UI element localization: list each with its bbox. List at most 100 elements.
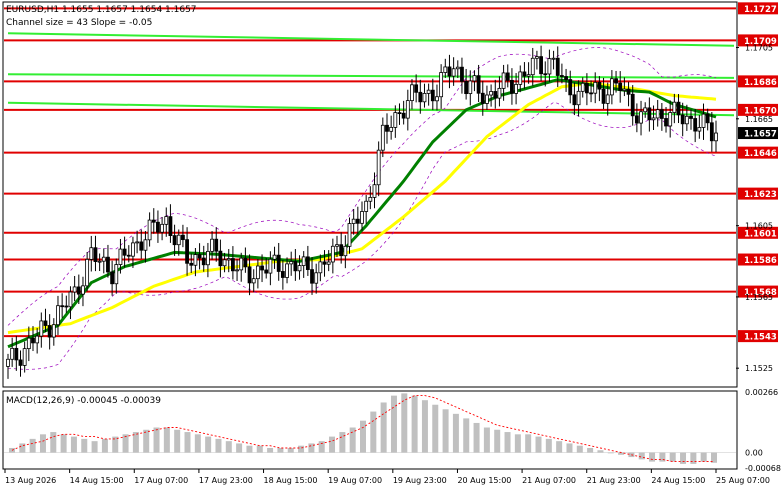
macd-histogram-bar: [432, 404, 439, 453]
candle-body: [626, 88, 631, 95]
candle-body: [535, 56, 539, 59]
candle-body: [443, 66, 448, 73]
macd-histogram-bar: [50, 432, 57, 453]
candle-body: [480, 92, 485, 104]
candle-body: [697, 127, 702, 132]
candle-body: [472, 75, 477, 82]
macd-tick-label: 0.00266: [745, 388, 778, 397]
candle-body: [451, 68, 456, 77]
time-tick-label: 24 Aug 15:00: [651, 476, 705, 485]
candle-body: [684, 115, 689, 125]
candle-body: [35, 335, 40, 344]
macd-histogram-bar: [163, 427, 170, 453]
macd-histogram-bar: [525, 434, 532, 453]
candle-body: [618, 82, 623, 91]
candle-body: [639, 111, 643, 124]
macd-histogram-bar: [329, 436, 336, 453]
candle-body: [206, 250, 210, 266]
current-price-label: 1.1657: [744, 130, 777, 140]
macd-histogram-bar: [215, 438, 222, 453]
candle-body: [614, 78, 618, 84]
candle-body: [51, 324, 56, 338]
candle-body: [268, 258, 273, 274]
macd-histogram-bar: [91, 441, 98, 453]
candle-body: [110, 271, 115, 285]
time-tick-label: 20 Aug 15:00: [457, 476, 511, 485]
candle-body: [31, 337, 35, 344]
macd-histogram-bar: [205, 436, 212, 453]
macd-histogram-bar: [576, 445, 583, 453]
candle-body: [372, 184, 377, 198]
candle-body: [89, 247, 94, 260]
candle-body: [539, 56, 543, 75]
macd-histogram-bar: [473, 422, 480, 453]
macd-histogram-bar: [483, 427, 490, 453]
candle-body: [430, 89, 435, 102]
candle-body: [505, 72, 510, 81]
channel-info: Channel size = 43 Slope = -0.05: [6, 18, 152, 28]
candle-body: [297, 265, 302, 272]
candle-body: [185, 239, 189, 264]
time-tick-label: 17 Aug 23:00: [199, 476, 253, 485]
candle-body: [131, 242, 135, 257]
candle-body: [10, 347, 15, 360]
candle-body: [343, 245, 348, 257]
macd-histogram-bar: [29, 438, 36, 453]
candle-body: [135, 241, 140, 244]
macd-histogram-bar: [463, 418, 470, 453]
candle-body: [239, 257, 244, 271]
time-tick-label: 17 Aug 07:00: [134, 476, 188, 485]
candle-body: [510, 79, 514, 94]
candle-body: [326, 261, 331, 265]
candle-body: [314, 272, 319, 284]
candle-body: [664, 118, 668, 127]
candle-body: [389, 126, 394, 132]
candle-body: [360, 211, 364, 224]
candle-body: [364, 200, 369, 212]
candle-body: [455, 66, 460, 70]
macd-histogram-bar: [545, 438, 552, 453]
macd-histogram-bar: [246, 445, 253, 453]
candle-body: [709, 122, 714, 142]
time-tick-label: 19 Aug 07:00: [328, 476, 382, 485]
macd-histogram-bar: [401, 393, 408, 453]
candle-body: [414, 84, 419, 93]
candle-body: [693, 118, 698, 132]
candle-body: [447, 66, 452, 77]
candle-body: [476, 75, 481, 94]
candle-body: [126, 254, 131, 257]
candle-body: [6, 358, 10, 367]
macd-histogram-bar: [101, 438, 108, 453]
macd-histogram-bar: [256, 445, 263, 453]
macd-histogram-bar: [339, 432, 346, 453]
macd-histogram-bar: [390, 395, 397, 453]
macd-histogram-bar: [669, 452, 676, 462]
candle-body: [689, 115, 693, 119]
candle-body: [609, 78, 614, 96]
candle-body: [243, 257, 248, 268]
macd-histogram-bar: [236, 443, 243, 453]
candle-body: [76, 286, 81, 295]
macd-histogram-bar: [370, 411, 377, 453]
level-label: 1.1646: [744, 149, 777, 159]
candle-body: [647, 107, 652, 121]
candle-body: [214, 238, 219, 252]
candle-body: [655, 109, 660, 119]
candle-body: [193, 254, 198, 266]
candle-body: [106, 256, 110, 273]
macd-histogram-bar: [690, 452, 697, 464]
price-tick-label: 1.1565: [745, 293, 773, 302]
candle-body: [410, 84, 414, 102]
time-tick-label: 21 Aug 23:00: [587, 476, 641, 485]
candle-body: [285, 263, 289, 278]
candle-body: [226, 258, 231, 261]
macd-histogram-bar: [411, 395, 418, 453]
candle-body: [160, 223, 164, 233]
candle-body: [147, 219, 152, 241]
macd-histogram-bar: [452, 413, 459, 453]
candle-body: [464, 80, 469, 95]
candle-body: [676, 101, 681, 116]
candle-body: [101, 256, 106, 262]
level-label: 1.1586: [744, 256, 777, 266]
candle-body: [114, 264, 119, 285]
